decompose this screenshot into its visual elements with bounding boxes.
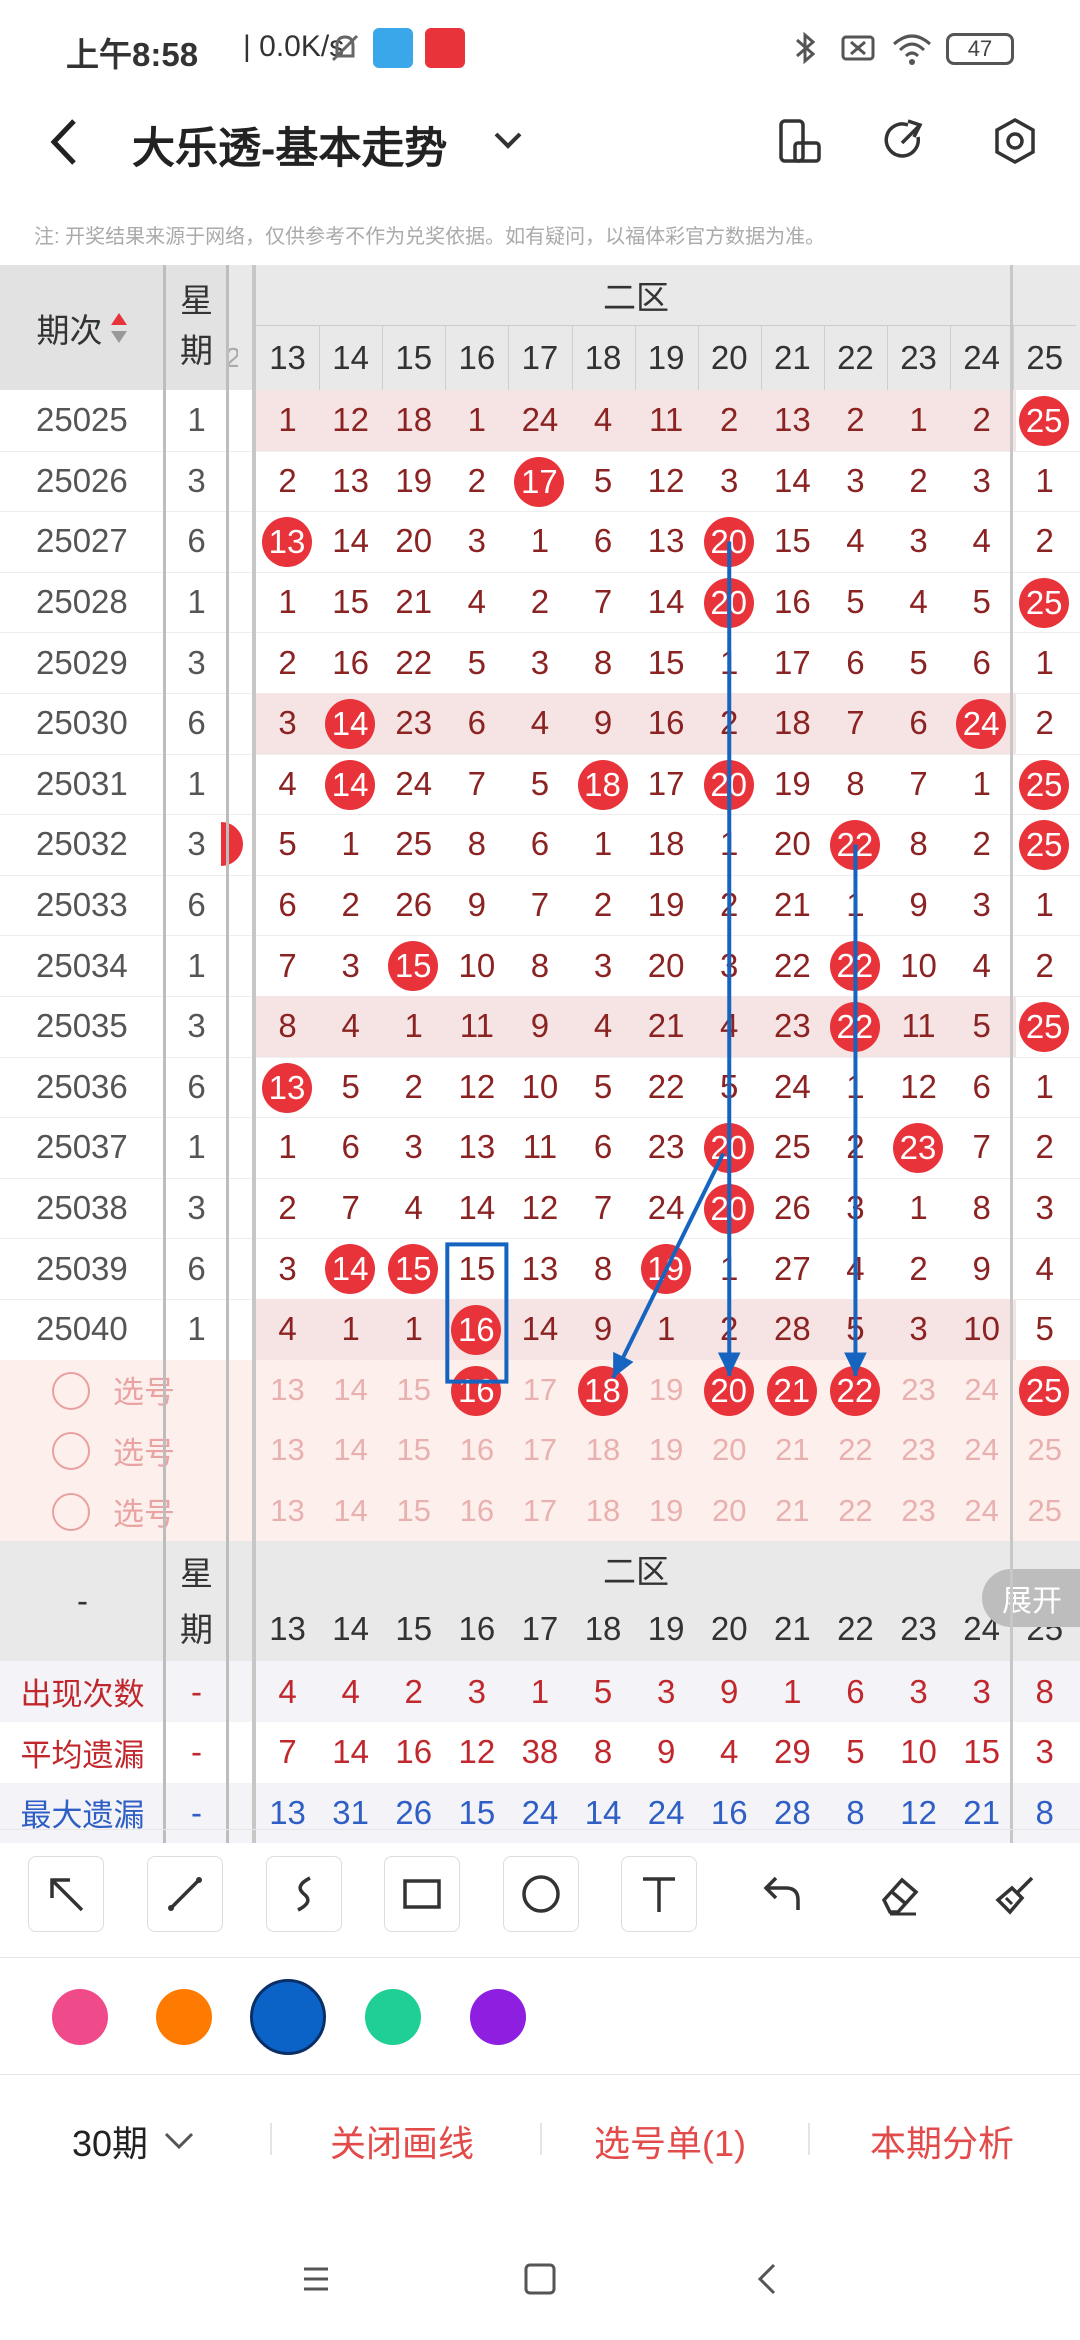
eraser-icon [881, 1877, 919, 1916]
battery-indicator: 47 [946, 33, 1014, 65]
trend-table: 期次星期二区 2 13 14 15 16 17 18 19 20 21 22 23 24 25 25025 1 1… [0, 265, 1080, 1844]
line-tool-icon [168, 1877, 202, 1911]
settings-button[interactable] [984, 110, 1046, 172]
drawing-overlay[interactable] [0, 265, 1080, 1827]
circle-tool[interactable] [503, 1856, 579, 1932]
pick-list-button[interactable]: 选号单(1) [594, 2115, 746, 2167]
color-swatch[interactable] [250, 1979, 326, 2055]
wifi-icon [890, 28, 934, 68]
chevron-down-icon [164, 2132, 194, 2150]
app-notify-icon [373, 28, 413, 68]
undo-button[interactable] [744, 1856, 820, 1932]
chevron-down-icon[interactable] [490, 122, 526, 158]
sim-off-icon [838, 28, 878, 68]
system-nav-bar [0, 2205, 1080, 2340]
close-drawing-button[interactable]: 关闭画线 [330, 2115, 474, 2167]
home-nav-button[interactable] [516, 2255, 564, 2303]
rotate-screen-icon [779, 119, 821, 163]
broom-icon [995, 1876, 1034, 1915]
drawn-rectangle[interactable] [445, 1242, 509, 1384]
home-square-icon [524, 2263, 556, 2295]
clear-all-button[interactable] [978, 1856, 1054, 1932]
curve-tool-icon [297, 1876, 311, 1912]
undo-icon [763, 1876, 800, 1910]
divider [540, 2123, 542, 2155]
back-chevron-icon [757, 2263, 776, 2295]
arrow-tool[interactable] [28, 1856, 104, 1932]
drawing-toolbar [0, 1829, 1080, 1957]
divider [270, 2123, 272, 2155]
mute-bell-icon [325, 28, 365, 68]
curve-tool[interactable] [266, 1856, 342, 1932]
rectangle-tool[interactable] [384, 1856, 460, 1932]
menu-nav-button[interactable] [292, 2255, 340, 2303]
color-swatch[interactable] [470, 1989, 526, 2045]
circle-tool-icon [522, 1875, 560, 1913]
lottery-app-icon [425, 28, 465, 68]
gear-icon [995, 117, 1035, 165]
back-button[interactable] [44, 112, 94, 172]
status-time: 上午8:58 [66, 36, 199, 73]
menu-icon [304, 2267, 328, 2291]
rectangle-tool-icon [403, 1879, 441, 1909]
bottom-action-bar: 30期 关闭画线 选号单(1) 本期分析 [0, 2075, 1080, 2205]
share-button[interactable] [873, 110, 935, 172]
period-count-label: 30期 [72, 2123, 149, 2164]
eraser-button[interactable] [862, 1856, 938, 1932]
color-swatch[interactable] [365, 1989, 421, 2045]
arrow-tool-icon [50, 1878, 84, 1912]
back-arrow-icon [50, 119, 76, 165]
disclaimer-notice: 注: 开奖结果来源于网络，仅供参考不作为兑奖依据。如有疑问，以福体彩官方数据为准… [34, 226, 826, 248]
line-tool[interactable] [147, 1856, 223, 1932]
drawn-arrow[interactable] [844, 844, 867, 1376]
share-icon [884, 119, 923, 158]
rotate-screen-button[interactable] [768, 110, 830, 172]
drawn-arrow[interactable] [717, 541, 741, 1376]
drawn-arrow[interactable] [611, 1152, 726, 1379]
color-palette [0, 1957, 1080, 2075]
color-swatch[interactable] [52, 1989, 108, 2045]
text-tool-icon [643, 1877, 675, 1912]
period-analysis-button[interactable]: 本期分析 [870, 2115, 1014, 2167]
bluetooth-icon [785, 28, 825, 68]
page-title[interactable]: 大乐透-基本走势 [132, 114, 447, 176]
status-bar: 上午8:58 | 0.0K/s 47 [0, 0, 1080, 96]
period-count-selector[interactable]: 30期 [72, 2115, 196, 2167]
text-tool[interactable] [621, 1856, 697, 1932]
color-swatch[interactable] [156, 1989, 212, 2045]
back-nav-button[interactable] [744, 2255, 792, 2303]
divider [808, 2123, 810, 2155]
